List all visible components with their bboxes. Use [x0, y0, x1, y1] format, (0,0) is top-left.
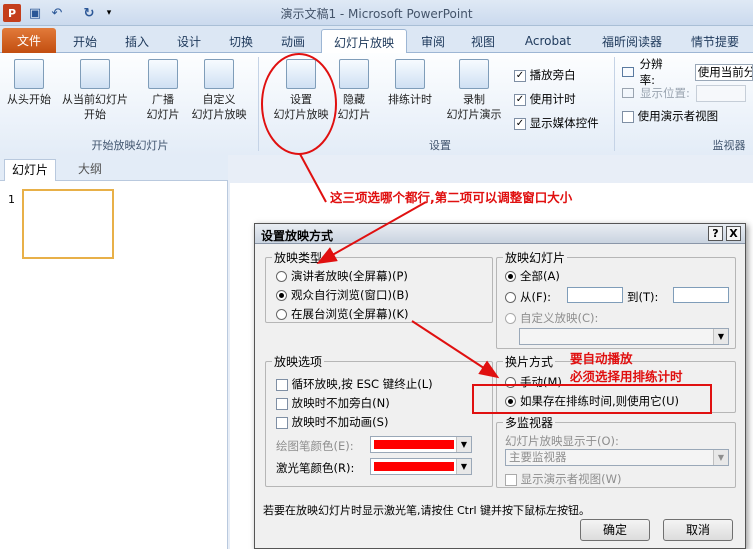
- annotation-arrow: [316, 201, 427, 264]
- annotation-arrow: [299, 153, 327, 203]
- highlight-rect: [472, 384, 712, 414]
- highlight-ellipse: [261, 53, 337, 155]
- annotation-arrow: [411, 320, 500, 379]
- annotation-right-1: 要自动播放: [570, 351, 633, 366]
- annotation-top: 这三项选哪个都行,第二项可以调整窗口大小: [330, 190, 573, 205]
- annotation-overlay: [261, 53, 712, 414]
- annotation-right-2: 必须选择用排练计时: [570, 369, 683, 384]
